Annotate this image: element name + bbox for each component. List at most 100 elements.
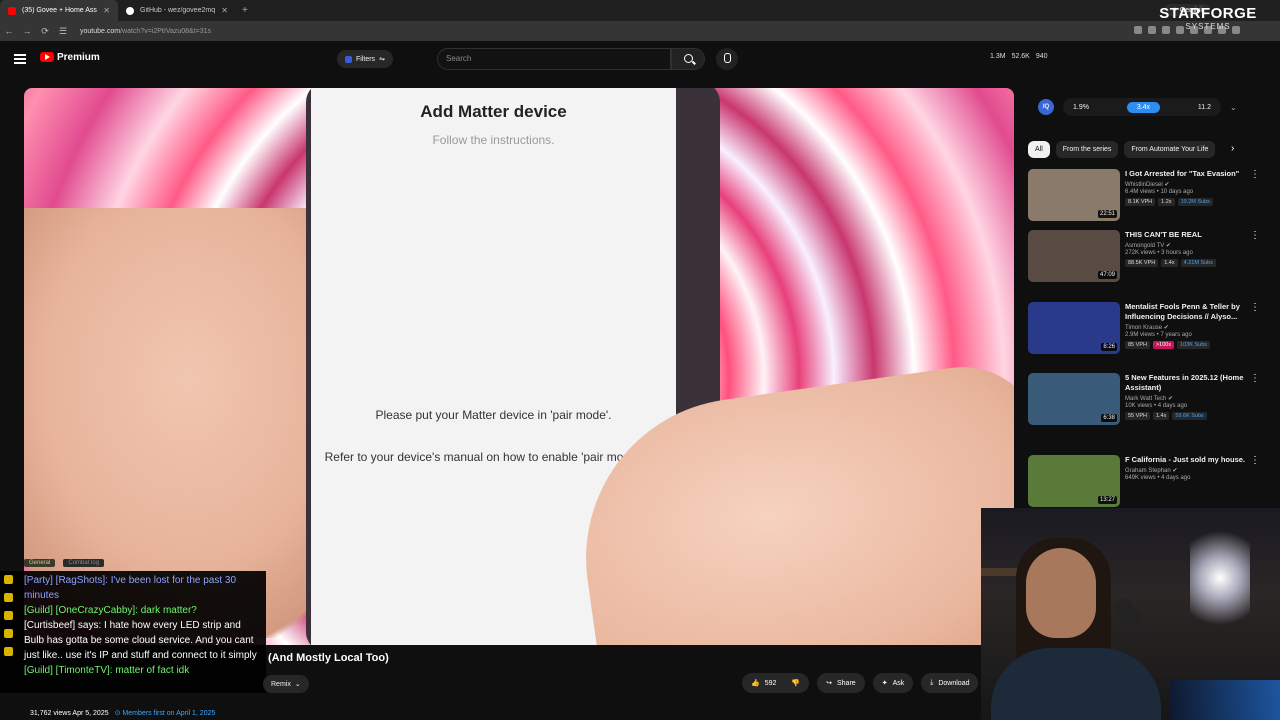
search-icon[interactable] bbox=[671, 48, 705, 70]
new-tab-button[interactable]: + bbox=[236, 5, 254, 16]
ring-light-image bbox=[1190, 518, 1250, 638]
video-thumbnail[interactable]: 13:27 bbox=[1028, 455, 1120, 507]
thumbs-down-icon[interactable]: 👎 bbox=[791, 679, 800, 687]
filter-extension-icon bbox=[345, 55, 352, 63]
recommendation-title[interactable]: THIS CAN'T BE REAL bbox=[1125, 230, 1257, 240]
recommendation-title[interactable]: I Got Arrested for "Tax Evasion" bbox=[1125, 169, 1257, 179]
youtube-header: Premium Filters ⇋ Search 1.3M 52.6K 940 bbox=[0, 41, 1280, 77]
more-options-icon[interactable]: ⋮ bbox=[1250, 455, 1260, 466]
recommendation-title[interactable]: 5 New Features in 2025.12 (Home Assistan… bbox=[1125, 373, 1257, 393]
badge-row: 88.5K VPH 1.4x 4.21M Subs bbox=[1125, 259, 1257, 267]
video-player[interactable]: Add Matter device Follow the instruction… bbox=[24, 88, 1014, 645]
subs-badge: 10.2M Subs bbox=[1177, 198, 1213, 206]
subs-badge: 4.21M Subs bbox=[1180, 259, 1216, 267]
chat-sender: [Guild] [TimonteTV]: bbox=[24, 665, 113, 676]
chat-icon-column bbox=[4, 575, 18, 665]
metric-badge: 1.4x bbox=[1152, 412, 1170, 420]
thumbs-up-icon: 👍 bbox=[751, 680, 760, 687]
like-button[interactable]: 👍 592 👎 bbox=[742, 673, 810, 693]
channel-name[interactable]: Mark Watt Tech ✔ bbox=[1125, 395, 1257, 402]
recommendation-item[interactable]: 22:51 I Got Arrested for "Tax Evasion" W… bbox=[1028, 169, 1268, 229]
related-filter-chips: All From the series From Automate Your L… bbox=[1028, 141, 1216, 158]
video-thumbnail[interactable]: 47:09 bbox=[1028, 230, 1120, 282]
video-thumbnail[interactable]: 22:51 bbox=[1028, 169, 1120, 221]
chat-message: [Guild] [TimonteTV]: matter of fact idk bbox=[24, 663, 262, 678]
video-description-meta[interactable]: 31,762 views Apr 5, 2025 ⊙ Members first… bbox=[30, 709, 215, 717]
metric-badge: 1.4x bbox=[1161, 259, 1178, 267]
vidiq-metrics: 1.9% 3.4x 11.2 bbox=[1063, 98, 1221, 116]
recommendation-title[interactable]: F California - Just sold my house. bbox=[1125, 455, 1257, 465]
close-icon[interactable]: ✕ bbox=[103, 6, 110, 15]
metric-value: 11.2 bbox=[1197, 103, 1211, 111]
verified-icon: ✔ bbox=[1164, 182, 1170, 188]
filters-button[interactable]: Filters ⇋ bbox=[337, 50, 393, 68]
channel-name[interactable]: Asmongold TV ✔ bbox=[1125, 242, 1257, 249]
recommendation-info: F California - Just sold my house. Graha… bbox=[1125, 455, 1257, 484]
recommendation-item[interactable]: 13:27 F California - Just sold my house.… bbox=[1028, 455, 1268, 515]
recommendation-item[interactable]: 6:38 5 New Features in 2025.12 (Home Ass… bbox=[1028, 373, 1268, 433]
chat-message: [Curtisbeef] says: I hate how every LED … bbox=[24, 618, 262, 663]
channel-name[interactable]: WhistlinDiesel ✔ bbox=[1125, 181, 1257, 188]
chip-from-series[interactable]: From the series bbox=[1055, 141, 1119, 158]
recommendation-title[interactable]: Mentalist Fools Penn & Teller by Influen… bbox=[1125, 302, 1257, 322]
chat-tab-general[interactable]: General bbox=[24, 559, 56, 567]
close-icon[interactable]: ✕ bbox=[221, 6, 228, 15]
site-info-icon[interactable]: ☰ bbox=[54, 26, 72, 37]
duration-badge: 22:51 bbox=[1097, 210, 1117, 218]
video-thumbnail[interactable]: 8:26 bbox=[1028, 302, 1120, 354]
video-thumbnail[interactable]: 6:38 bbox=[1028, 373, 1120, 425]
chat-tab-combat-log[interactable]: Combat log bbox=[63, 559, 105, 567]
more-options-icon[interactable]: ⋮ bbox=[1250, 302, 1260, 313]
recommendation-meta: 6.4M views • 10 days ago bbox=[1125, 189, 1194, 195]
game-chat-window: [Party] [RagShots]: I've been lost for t… bbox=[0, 571, 266, 693]
chat-message: [Party] [RagShots]: I've been lost for t… bbox=[24, 573, 262, 603]
download-button[interactable]: ⤓ Download bbox=[921, 673, 979, 693]
browser-tab[interactable]: (35) Govee + Home Assistant M ✕ bbox=[0, 0, 118, 21]
channel-name[interactable]: Timon Krause ✔ bbox=[1125, 324, 1257, 331]
header-stats: 1.3M 52.6K 940 bbox=[990, 53, 1048, 60]
chat-channel-icon[interactable] bbox=[4, 611, 13, 620]
search-input[interactable]: Search bbox=[437, 48, 671, 70]
back-icon[interactable]: ← bbox=[0, 26, 18, 36]
forward-icon[interactable]: → bbox=[18, 26, 36, 36]
streamer-body bbox=[991, 648, 1161, 720]
chevron-down-icon[interactable]: ⌄ bbox=[1230, 103, 1237, 112]
ask-button[interactable]: ✦ Ask bbox=[872, 673, 914, 693]
more-options-icon[interactable]: ⋮ bbox=[1250, 230, 1260, 241]
channel-label: Asmongold TV bbox=[1125, 243, 1165, 249]
chevron-right-icon[interactable]: › bbox=[1231, 143, 1234, 154]
share-button[interactable]: ↪ Share bbox=[817, 673, 865, 693]
recommendation-item[interactable]: 47:09 THIS CAN'T BE REAL Asmongold TV ✔ … bbox=[1028, 230, 1268, 290]
recommendation-meta: 2.9M views • 7 years ago bbox=[1125, 332, 1192, 338]
iq-icon[interactable]: IQ bbox=[1038, 99, 1054, 115]
recommendation-item[interactable]: 8:26 Mentalist Fools Penn & Teller by In… bbox=[1028, 302, 1268, 362]
more-options-icon[interactable]: ⋮ bbox=[1250, 373, 1260, 384]
screen-subtitle: Follow the instructions. bbox=[432, 133, 555, 147]
channel-label: Mark Watt Tech bbox=[1125, 396, 1167, 402]
browser-tab[interactable]: GitHub - wez/govee2mqtt: Gov ✕ bbox=[118, 0, 236, 21]
metric-badge: 85 VPH bbox=[1125, 341, 1150, 349]
url-host: youtube.com bbox=[80, 27, 121, 35]
chat-message: [Guild] [OneCrazyCabby]: dark matter? bbox=[24, 603, 262, 618]
chevron-down-icon: ⌄ bbox=[294, 681, 301, 688]
chat-channel-icon[interactable] bbox=[4, 629, 13, 638]
chat-channel-icon[interactable] bbox=[4, 647, 13, 656]
recommendation-info: Mentalist Fools Penn & Teller by Influen… bbox=[1125, 302, 1257, 349]
reload-icon[interactable]: ⟳ bbox=[36, 26, 54, 37]
chat-channel-icon[interactable] bbox=[4, 593, 13, 602]
chip-from-channel[interactable]: From Automate Your Life bbox=[1124, 141, 1216, 158]
channel-name[interactable]: Graham Stephan ✔ bbox=[1125, 467, 1257, 474]
chip-all[interactable]: All bbox=[1028, 141, 1050, 158]
duration-badge: 6:38 bbox=[1101, 414, 1117, 422]
url-field[interactable]: youtube.com/watch?v=i2PtIVazu08&t=31s bbox=[80, 28, 211, 35]
microphone-icon[interactable] bbox=[716, 48, 738, 70]
youtube-premium-label[interactable]: Premium bbox=[57, 52, 100, 63]
youtube-logo-icon[interactable] bbox=[40, 52, 54, 62]
menu-icon[interactable] bbox=[14, 54, 26, 64]
badge-row: 55 VPH 1.4x 59.6K Subs bbox=[1125, 412, 1257, 420]
chat-channel-icon[interactable] bbox=[4, 575, 13, 584]
more-options-icon[interactable]: ⋮ bbox=[1250, 169, 1260, 180]
remix-button[interactable]: Remix ⌄ bbox=[263, 675, 309, 693]
extension-icon[interactable] bbox=[1134, 26, 1142, 34]
verified-icon: ✔ bbox=[1165, 243, 1171, 249]
